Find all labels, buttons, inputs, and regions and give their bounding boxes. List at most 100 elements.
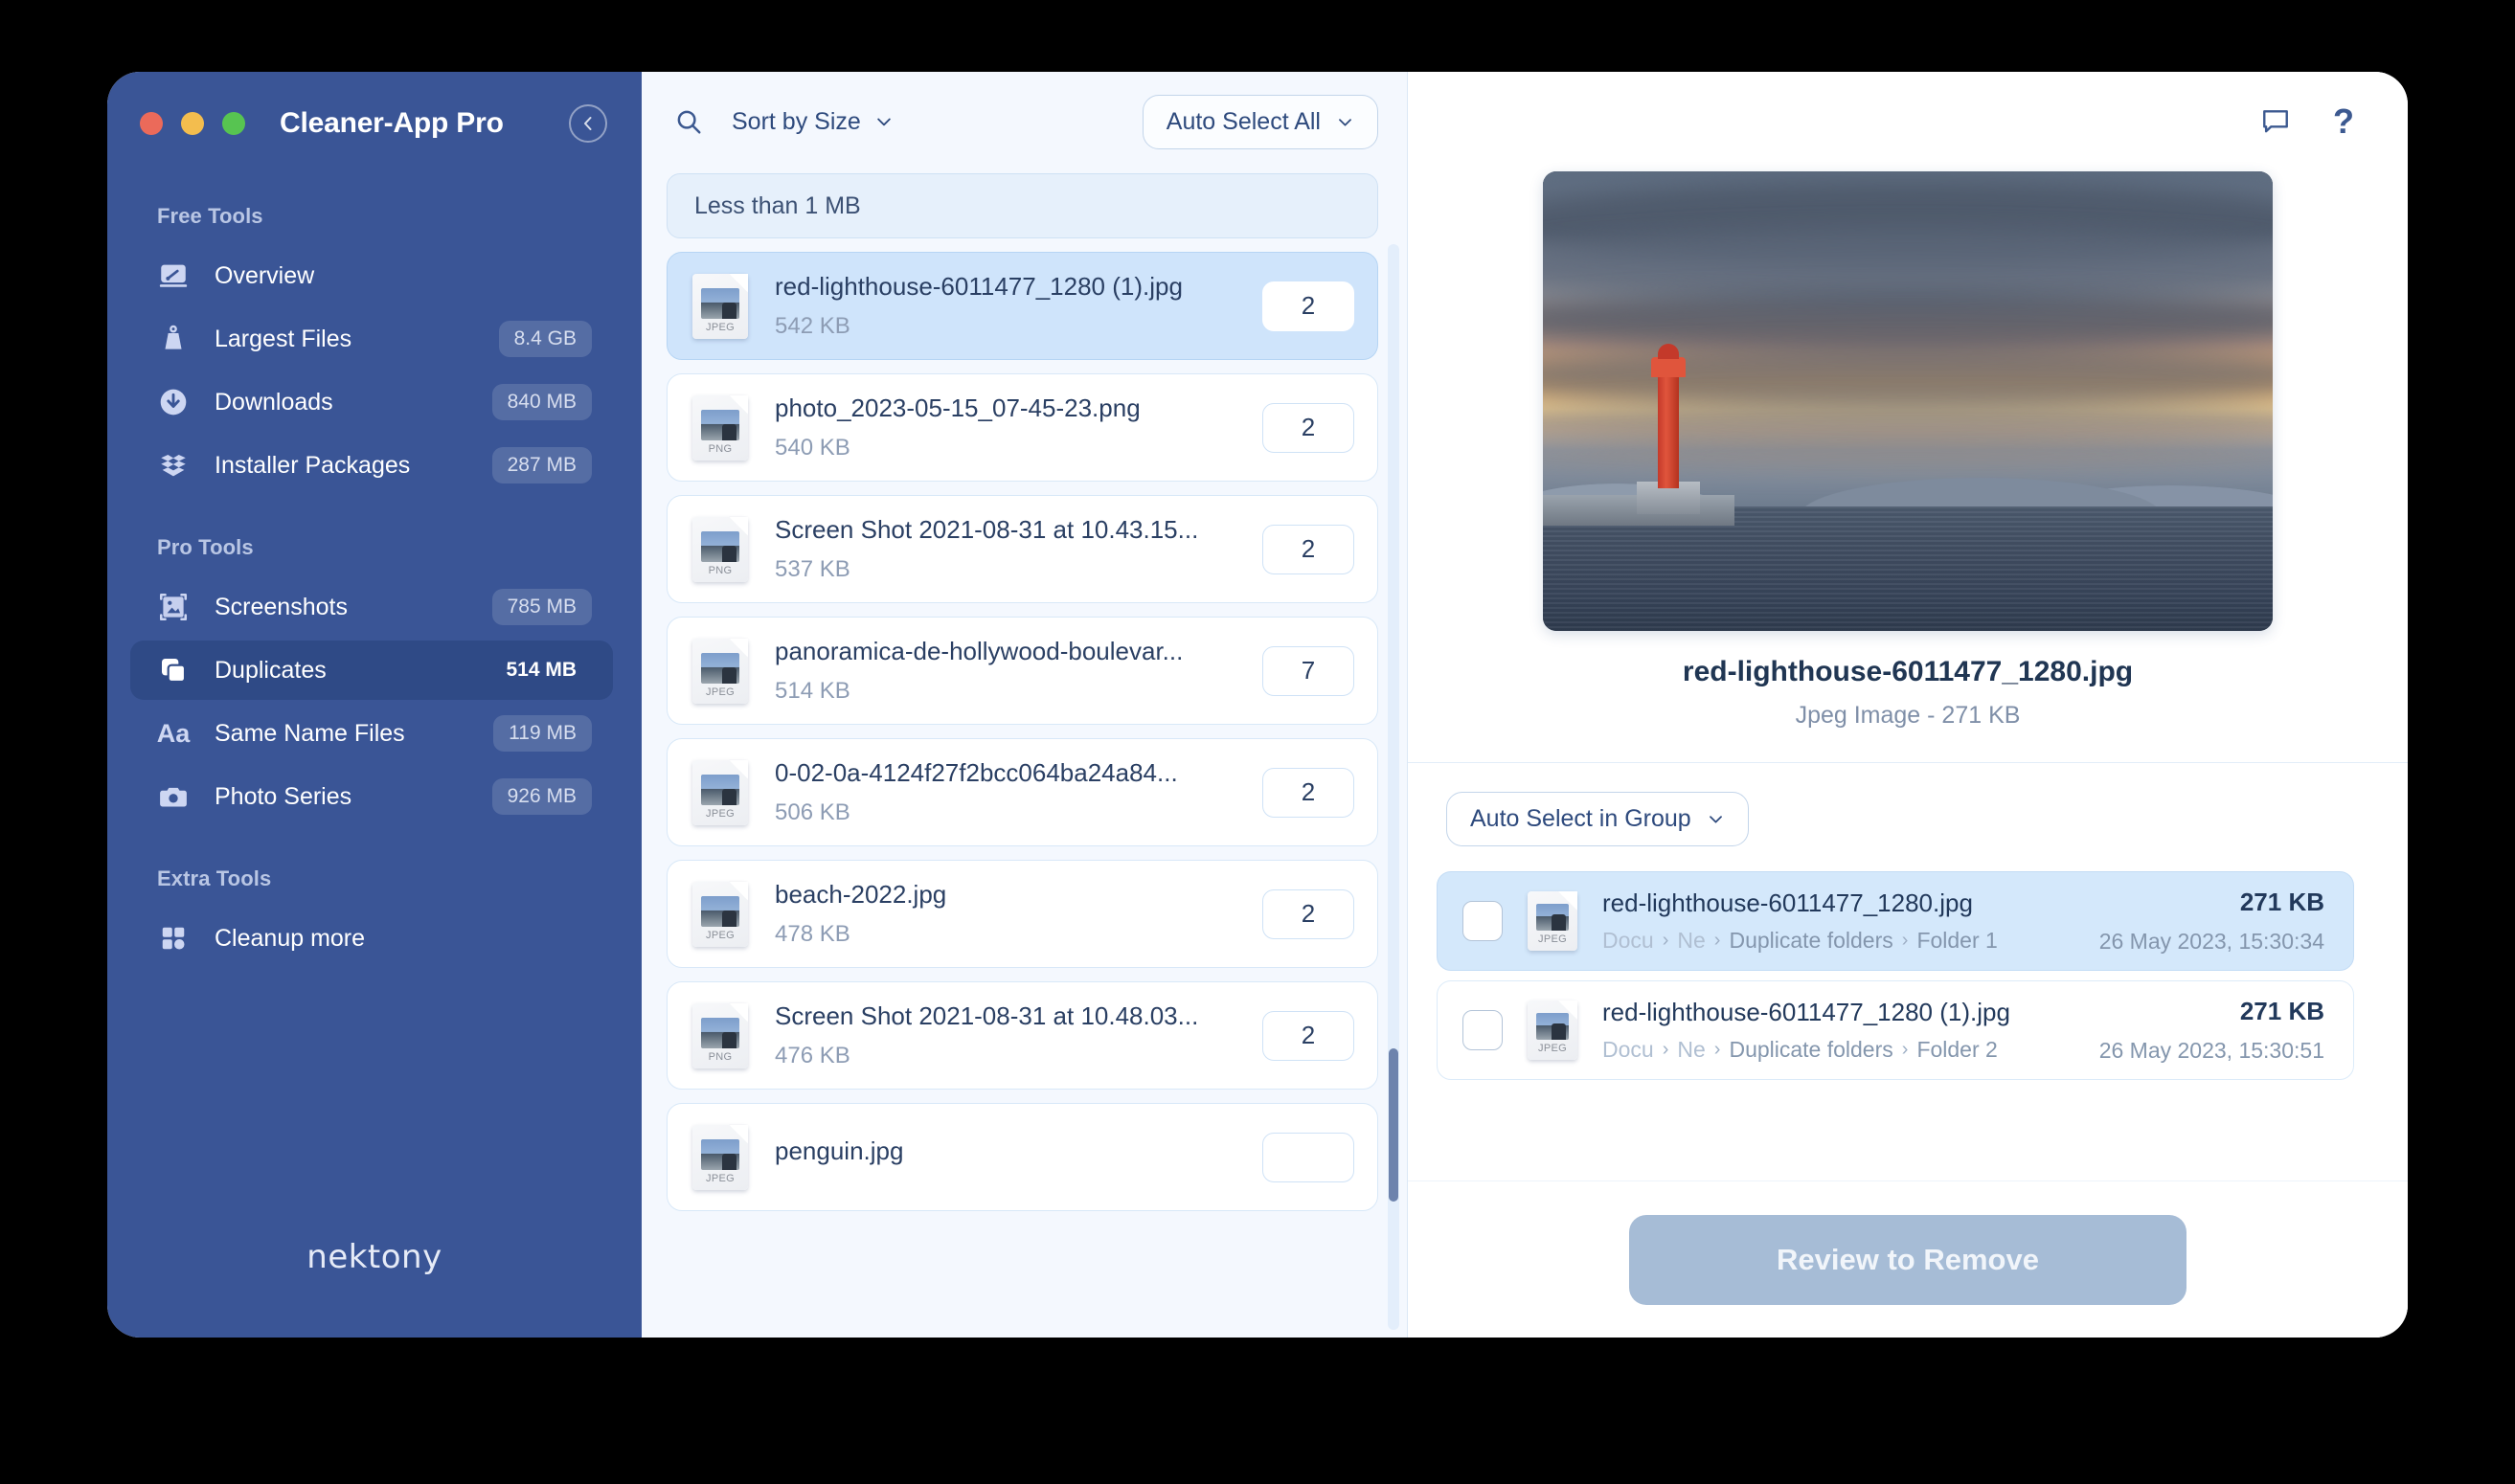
sidebar-item-screenshots[interactable]: Screenshots 785 MB [130,577,613,637]
file-row[interactable]: JPEG panoramica-de-hollywood-boulevar...… [667,617,1378,725]
sidebar-item-duplicates[interactable]: Duplicates 514 MB [130,641,613,700]
preview-file-name: red-lighthouse-6011477_1280.jpg [1682,656,2134,687]
auto-select-in-group-dropdown[interactable]: Auto Select in Group [1446,792,1749,846]
sidebar-item-same-name-files[interactable]: Aa Same Name Files 119 MB [130,704,613,763]
chevron-down-icon [1336,113,1354,131]
sidebar-item-label: Downloads [215,388,333,416]
sidebar-item-overview[interactable]: Overview [130,246,613,305]
file-ext-label: PNG [708,442,733,455]
file-ext-label: PNG [708,1050,733,1063]
duplicate-count-badge: 2 [1262,402,1354,453]
sidebar-item-badge: 840 MB [491,384,592,420]
png-file-icon: PNG [692,394,748,461]
file-row[interactable]: PNG photo_2023-05-15_07-45-23.png 540 KB… [667,373,1378,482]
duplicate-checkbox[interactable] [1462,901,1503,941]
collapse-sidebar-button[interactable] [569,104,607,143]
duplicate-row[interactable]: JPEG red-lighthouse-6011477_1280 (1).jpg… [1437,980,2354,1080]
sidebar-item-cleanup-more[interactable]: Cleanup more [130,909,613,968]
duplicate-file-date: 26 May 2023, 15:30:51 [2098,1038,2324,1063]
breadcrumb-segment: Duplicate folders [1729,1037,1893,1062]
detail-footer: Review to Remove [1408,1180,2408,1338]
file-size: 506 KB [775,799,850,825]
sort-by-size-dropdown[interactable]: Sort by Size [732,108,894,136]
breadcrumb-separator-icon: › [1901,930,1909,951]
file-ext-label: PNG [708,564,733,576]
scrollbar-thumb[interactable] [1389,1048,1398,1202]
comment-bubble-icon[interactable] [2260,107,2291,136]
file-info: panoramica-de-hollywood-boulevar... 514 … [775,637,1262,705]
app-title: Cleaner-App Pro [280,107,504,139]
section-label-pro-tools: Pro Tools [157,535,254,559]
file-row[interactable]: JPEG 0-02-0a-4124f27f2bcc064ba24a84... 5… [667,738,1378,846]
file-name: red-lighthouse-6011477_1280 (1).jpg [775,272,1183,301]
png-file-icon: PNG [692,1002,748,1068]
duplicate-count-badge: 2 [1262,524,1354,574]
file-row[interactable]: JPEG red-lighthouse-6011477_1280 (1).jpg… [667,252,1378,360]
duplicate-file-size: 271 KB [2239,888,2324,916]
sidebar-item-label: Installer Packages [215,451,411,479]
file-info: Screen Shot 2021-08-31 at 10.48.03... 47… [775,1001,1262,1069]
duplicate-count-badge: 7 [1262,645,1354,696]
file-row[interactable]: JPEG penguin.jpg [667,1103,1378,1211]
help-icon[interactable]: ? [2333,104,2354,139]
title-bar: Cleaner-App Pro [107,72,642,175]
breadcrumb-separator-icon: › [1713,930,1721,951]
file-ext-label: JPEG [706,686,735,698]
jpeg-file-icon: JPEG [692,273,748,339]
zoom-button[interactable] [222,112,245,135]
chevron-down-icon [874,112,894,131]
sidebar-item-photo-series[interactable]: Photo Series 926 MB [130,767,613,826]
brand-logo: nektony [107,1238,642,1338]
sidebar-item-label: Photo Series [215,782,352,810]
sidebar-item-downloads[interactable]: Downloads 840 MB [130,372,613,432]
file-info: 0-02-0a-4124f27f2bcc064ba24a84... 506 KB [775,758,1262,826]
preview-section: red-lighthouse-6011477_1280.jpg Jpeg Ima… [1408,171,2408,763]
jpeg-file-icon: JPEG [692,638,748,704]
auto-select-in-group-label: Auto Select in Group [1470,805,1691,832]
breadcrumb-separator-icon: › [1662,930,1669,951]
minimize-button[interactable] [181,112,204,135]
chevron-down-icon [1707,810,1725,828]
duplicate-meta: 271 KB 26 May 2023, 15:30:34 [2099,888,2324,955]
breadcrumb-segment: Folder 1 [1916,928,1998,953]
review-to-remove-button[interactable]: Review to Remove [1629,1214,2186,1305]
sidebar-item-label: Screenshots [215,593,348,620]
grid-squares-icon [155,920,192,956]
sidebar-nav: Free Tools Overview Largest Files 8.4 GB… [107,175,642,972]
auto-select-all-label: Auto Select All [1166,107,1321,135]
list-toolbar: Sort by Size Auto Select All [642,72,1407,171]
duplicate-file-name: red-lighthouse-6011477_1280 (1).jpg [1602,998,2010,1026]
file-ext-label: JPEG [706,321,735,333]
aa-text-icon: Aa [156,718,191,748]
breadcrumb-separator-icon: › [1713,1039,1721,1060]
file-row[interactable]: PNG Screen Shot 2021-08-31 at 10.43.15..… [667,495,1378,603]
file-row[interactable]: PNG Screen Shot 2021-08-31 at 10.48.03..… [667,981,1378,1090]
file-ext-label: JPEG [706,1172,735,1184]
duplicate-info: red-lighthouse-6011477_1280 (1).jpg Docu… [1602,998,2099,1063]
file-ext-label: JPEG [1538,1043,1567,1054]
png-file-icon: PNG [692,516,748,582]
sort-label: Sort by Size [732,107,861,135]
sidebar-item-label: Overview [215,261,315,289]
sidebar-item-label: Same Name Files [215,719,405,747]
detail-panel: ? red-lighthouse-6011477_1280.jpg Jpeg I… [1408,72,2408,1338]
jpeg-file-icon: JPEG [692,881,748,947]
sidebar-item-badge: 926 MB [491,778,592,815]
jpeg-file-icon: JPEG [692,759,748,825]
copy-icon [155,652,192,688]
size-group-header[interactable]: Less than 1 MB [667,173,1378,238]
traffic-lights [140,112,245,135]
file-list-scrollbar[interactable] [1388,244,1399,1330]
auto-select-all-dropdown[interactable]: Auto Select All [1142,94,1378,149]
sidebar-item-largest-files[interactable]: Largest Files 8.4 GB [130,309,613,369]
file-name: 0-02-0a-4124f27f2bcc064ba24a84... [775,758,1178,787]
duplicate-row[interactable]: JPEG red-lighthouse-6011477_1280.jpg Doc… [1437,871,2354,971]
sidebar-item-installer-packages[interactable]: Installer Packages 287 MB [130,436,613,495]
search-icon[interactable] [674,107,703,136]
duplicate-checkbox[interactable] [1462,1010,1503,1050]
sidebar-item-badge: 8.4 GB [498,321,592,357]
sidebar-item-label: Largest Files [215,325,352,352]
file-info: Screen Shot 2021-08-31 at 10.43.15... 53… [775,515,1262,583]
close-button[interactable] [140,112,163,135]
file-row[interactable]: JPEG beach-2022.jpg 478 KB 2 [667,860,1378,968]
